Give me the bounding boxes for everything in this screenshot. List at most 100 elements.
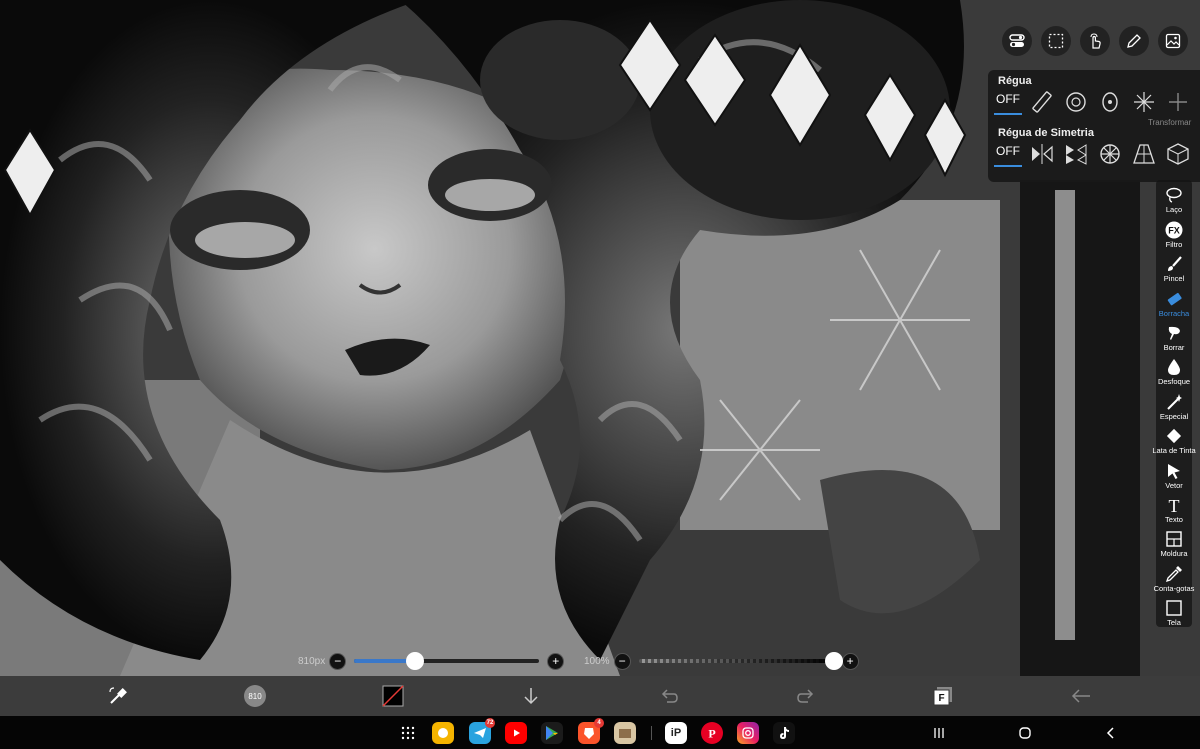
redo-button[interactable] (794, 684, 818, 708)
brush-size-track[interactable] (354, 652, 540, 670)
eraser-icon (1167, 292, 1182, 305)
tool-eraser[interactable]: Borracha (1159, 283, 1189, 318)
left-arrow-icon (1071, 689, 1090, 703)
telegram-app[interactable]: 72 (469, 718, 495, 744)
svg-text:F: F (938, 693, 944, 704)
transform-button[interactable] (1164, 88, 1192, 116)
save-download-button[interactable] (519, 684, 543, 708)
home-button[interactable] (1016, 724, 1034, 742)
youtube-app[interactable] (505, 722, 527, 744)
touch-button[interactable] (1080, 26, 1110, 56)
undo-button[interactable] (657, 684, 681, 708)
tool-blur[interactable]: Desfoque (1158, 352, 1190, 386)
play-store-icon (546, 726, 558, 740)
tool-brush[interactable]: Pincel (1164, 249, 1184, 283)
tool-text[interactable]: T Texto (1165, 490, 1183, 524)
quad-symmetry-button[interactable] (1062, 140, 1090, 168)
frame-icon (1166, 531, 1182, 547)
pinterest-icon: P (708, 727, 715, 741)
bottom-toolbar: 810 F (0, 676, 1200, 716)
tiktok-icon (780, 727, 789, 739)
system-back-button[interactable] (1102, 724, 1120, 742)
tool-blur-label: Desfoque (1157, 377, 1191, 387)
quad-mirror-icon (1066, 144, 1087, 165)
color-button[interactable] (381, 684, 405, 708)
ruler-pen-button[interactable] (1119, 26, 1149, 56)
pen-icon (1127, 34, 1141, 48)
mirror-icon (1032, 144, 1053, 164)
recent-apps-button[interactable] (930, 724, 948, 742)
toggle-settings-button[interactable] (1002, 26, 1032, 56)
tool-frame[interactable]: Moldura (1160, 524, 1188, 558)
instagram-app[interactable] (737, 722, 759, 744)
tool-filter[interactable]: FX Filtro (1165, 214, 1183, 249)
top-toolbar (1002, 26, 1188, 56)
brush-preview-value: 810 (248, 691, 262, 701)
ruler-off-button[interactable]: OFF (994, 88, 1022, 115)
cube-grid-icon (1167, 143, 1189, 165)
mirror-symmetry-button[interactable] (1028, 140, 1056, 168)
selection-button[interactable] (1041, 26, 1071, 56)
tool-switch-button[interactable] (106, 684, 130, 708)
opacity-plus-button[interactable]: + (841, 652, 859, 670)
blur-drop-icon (1167, 359, 1180, 376)
ibispaint-app[interactable]: iP (665, 722, 687, 744)
recent-apps-icon (934, 728, 944, 738)
perspective-3-button[interactable] (1164, 140, 1192, 168)
brush-eraser-swap-icon (109, 687, 127, 704)
opacity-thumb[interactable] (824, 652, 843, 670)
ellipse-ruler-button[interactable] (1096, 88, 1124, 116)
home-circle-icon (1019, 727, 1031, 739)
opacity-value: 100% (584, 655, 610, 667)
app-grid-icon (401, 726, 415, 740)
fx-icon: FX (1165, 221, 1183, 239)
brave-badge: 4 (594, 718, 604, 728)
brush-size-plus-button[interactable]: + (547, 652, 565, 670)
brave-app[interactable]: 4 (578, 718, 604, 744)
files-app[interactable] (614, 722, 636, 744)
tool-text-label: Texto (1165, 514, 1183, 524)
back-button[interactable] (1069, 684, 1093, 708)
opacity-track[interactable] (638, 652, 843, 670)
perspective-1-button[interactable] (1130, 140, 1158, 168)
tool-special-label: Especial (1159, 411, 1189, 421)
circle-ruler-button[interactable] (1062, 88, 1090, 116)
play-store-app[interactable] (541, 722, 563, 744)
brush-size-thumb[interactable] (406, 652, 425, 670)
perspective-grid-icon (1133, 144, 1155, 164)
canvas-icon (1166, 600, 1182, 616)
symmetry-off-button[interactable]: OFF (994, 140, 1022, 167)
telegram-badge: 72 (485, 718, 495, 728)
tool-lasso[interactable]: Laço (1165, 180, 1183, 214)
layers-panel-button[interactable]: F (931, 684, 955, 708)
tool-smudge-label: Borrar (1163, 342, 1185, 352)
brush-icon (1168, 256, 1182, 272)
brush-size-minus-button[interactable]: − (329, 652, 347, 670)
radial-ruler-button[interactable] (1130, 88, 1158, 116)
tool-eyedropper[interactable]: Conta-gotas (1153, 558, 1195, 593)
lasso-icon (1166, 188, 1182, 204)
brush-preview-button[interactable]: 810 (243, 684, 267, 708)
taskbar-divider (651, 726, 652, 740)
text-t-icon: T (1169, 496, 1180, 514)
svg-text:P: P (708, 727, 715, 741)
tool-vector[interactable]: Vetor (1165, 455, 1183, 490)
gallery-app[interactable] (432, 722, 454, 744)
down-arrow-icon (524, 688, 538, 705)
tool-special[interactable]: Especial (1159, 386, 1189, 421)
layers-button[interactable] (1158, 26, 1188, 56)
instagram-icon (742, 727, 754, 739)
rotational-symmetry-button[interactable] (1096, 140, 1124, 168)
tool-canvas[interactable]: Tela (1165, 593, 1183, 627)
app-drawer-button[interactable] (399, 724, 417, 742)
symmetry-row: OFF (994, 140, 1192, 168)
tool-fill[interactable]: Lata de Tinta (1152, 421, 1196, 455)
pinterest-app[interactable]: P (701, 722, 723, 744)
youtube-icon (514, 729, 520, 737)
tool-eyedropper-label: Conta-gotas (1153, 583, 1195, 593)
tool-brush-label: Pincel (1163, 274, 1185, 284)
tiktok-app[interactable] (773, 722, 795, 744)
tool-smudge[interactable]: Borrar (1163, 318, 1185, 352)
straight-ruler-button[interactable] (1028, 88, 1056, 116)
opacity-minus-button[interactable]: − (613, 652, 631, 670)
